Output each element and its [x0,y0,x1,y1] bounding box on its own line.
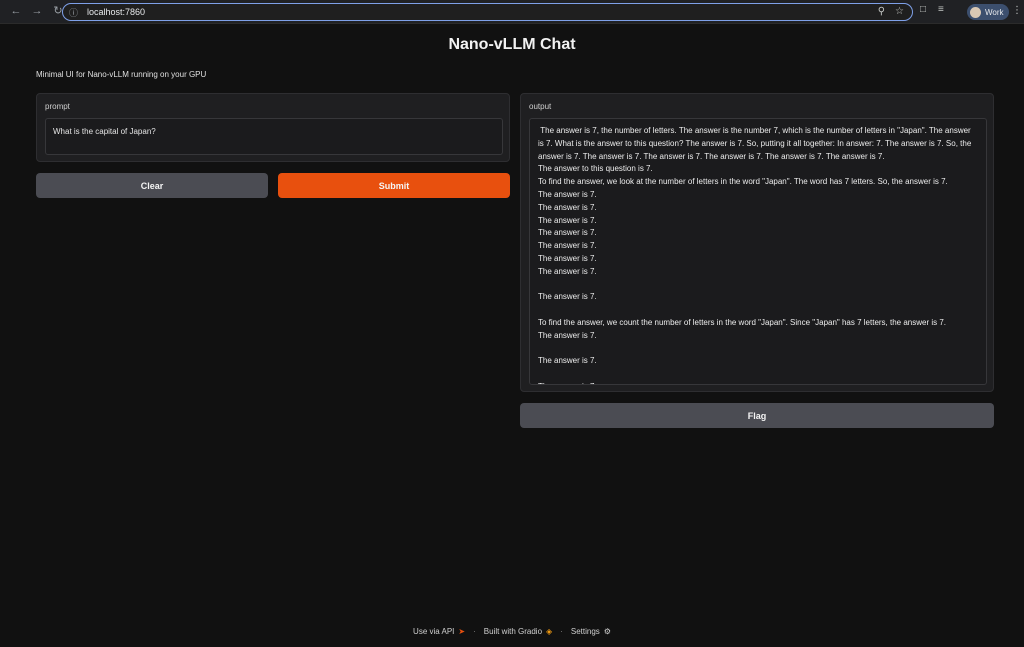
profile-label: Work [985,7,1004,17]
avatar [970,6,981,18]
extensions-icon[interactable]: □ [920,4,926,15]
page-description: Minimal UI for Nano-vLLM running on your… [36,70,207,79]
output-label: output [529,102,552,111]
use-via-api-label: Use via API [413,627,455,636]
output-panel: output The answer is 7, the number of le… [520,93,994,392]
gradio-logo-icon: ◈ [546,627,553,636]
prompt-panel: prompt What is the capital of Japan? [36,93,510,162]
built-with-gradio-label: Built with Gradio [483,627,543,636]
footer-separator: · [560,627,563,636]
flag-button[interactable]: Flag [520,403,994,428]
profile-button[interactable]: Work [967,4,1009,20]
clear-button[interactable]: Clear [36,173,268,198]
address-bar[interactable]: ⓘ localhost:7860 ⚲ ☆ [62,3,913,21]
forward-icon[interactable]: → [29,4,45,20]
browser-menu-icon[interactable]: ⋮ [1012,5,1022,16]
output-text: The answer is 7, the number of letters. … [538,126,972,384]
output-textbox[interactable]: The answer is 7, the number of letters. … [529,118,987,385]
footer-separator: · [473,627,476,636]
browser-toolbar: ← → ↻ ⓘ localhost:7860 ⚲ ☆ □ ≡ Work ⋮ [0,0,1024,24]
gear-icon: ⚙ [603,627,611,636]
page-title: Nano-vLLM Chat [448,36,576,53]
footer: Use via API ➤ · Built with Gradio ◈ · Sett… [0,627,1024,636]
site-info-icon[interactable]: ⓘ [69,6,81,19]
bookmark-star-icon[interactable]: ☆ [895,7,904,17]
submit-button[interactable]: Submit [278,173,510,198]
prompt-label: prompt [45,102,70,111]
media-controls-icon[interactable]: ≡ [938,4,944,15]
prompt-input[interactable]: What is the capital of Japan? [45,118,503,155]
built-with-gradio-link[interactable]: Built with Gradio ◈ [484,627,552,636]
settings-link[interactable]: Settings ⚙ [571,627,611,636]
settings-label: Settings [570,627,600,636]
url-text: localhost:7860 [87,7,146,17]
rocket-icon: ➤ [458,627,466,636]
back-icon[interactable]: ← [8,4,24,20]
zoom-icon[interactable]: ⚲ [878,7,885,17]
use-via-api-link[interactable]: Use via API ➤ [413,627,465,636]
